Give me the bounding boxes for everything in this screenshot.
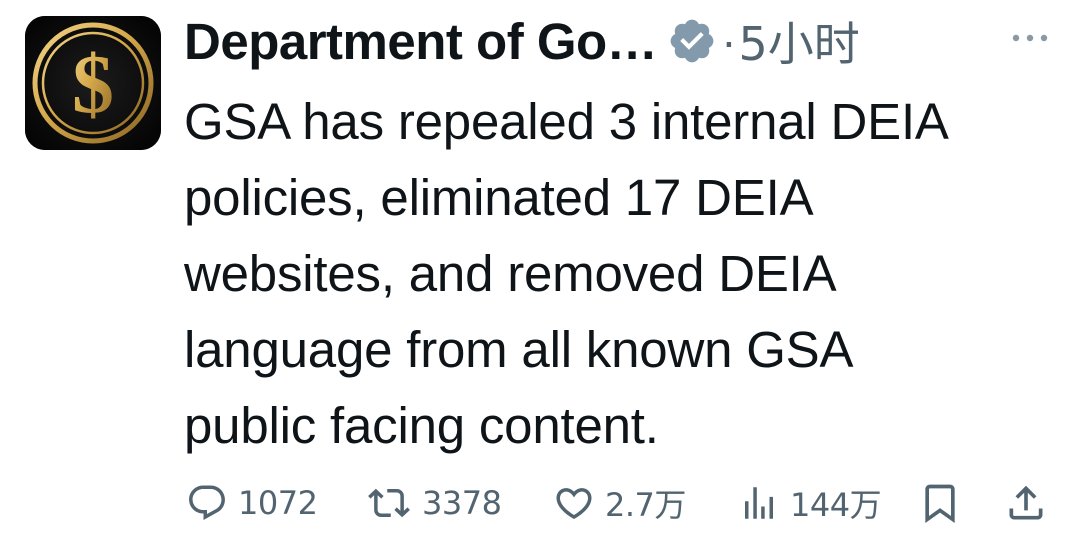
tweet-header: Department of Go… · 5小时 [184, 8, 1064, 74]
heart-icon [556, 488, 592, 520]
like-count: 2.7万 [605, 486, 686, 524]
repost-icon [368, 488, 410, 518]
header-separator: · [721, 15, 737, 67]
verified-badge-icon[interactable] [667, 16, 717, 66]
share-button[interactable] [1004, 470, 1048, 536]
tweet-timestamp[interactable]: 5小时 [739, 8, 860, 74]
like-button[interactable]: 2.7万 [553, 470, 686, 536]
reply-count: 1072 [238, 484, 318, 522]
gold-dollar-sign-icon: $ [25, 16, 161, 150]
tweet-card[interactable]: $ Department of Go… · 5小时 GSA has repeal… [0, 0, 1080, 546]
author-display-name[interactable]: Department of Go… [184, 12, 658, 71]
repost-count: 3378 [422, 484, 502, 522]
more-horizontal-icon [1012, 34, 1048, 42]
tweet-text: GSA has repealed 3 internal DEIA policie… [184, 93, 949, 454]
views-count: 144万 [790, 486, 882, 524]
svg-text:$: $ [72, 38, 114, 131]
reply-icon [189, 485, 225, 520]
views-button[interactable]: 144万 [738, 470, 882, 536]
analytics-bar-icon [745, 487, 773, 519]
reply-button[interactable]: 1072 [186, 470, 318, 536]
more-options-button[interactable] [1003, 18, 1057, 58]
bookmark-icon [925, 484, 955, 524]
repost-button[interactable]: 3378 [366, 470, 502, 536]
bookmark-button[interactable] [918, 470, 962, 536]
share-icon [1009, 485, 1043, 520]
avatar[interactable]: $ [25, 16, 161, 150]
tweet-actions-bar: 1072 3378 2.7万 144万 [0, 470, 1080, 536]
